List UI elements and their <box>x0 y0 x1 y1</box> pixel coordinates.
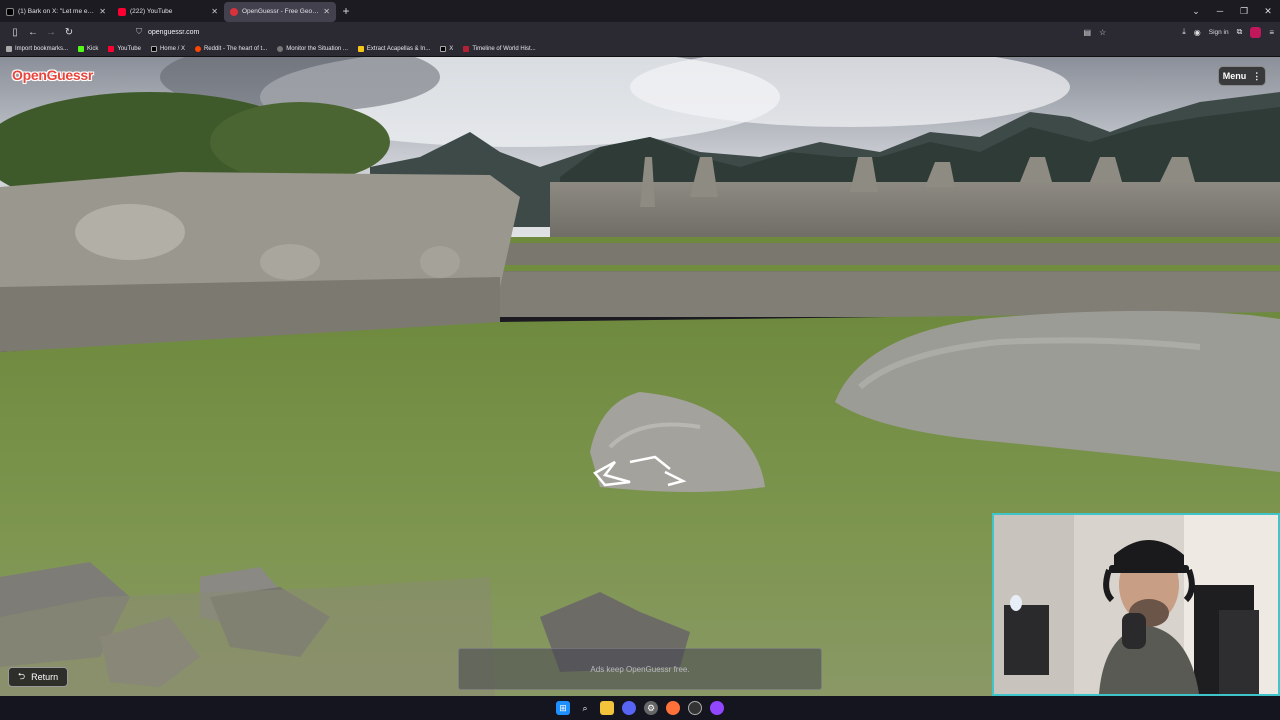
youtube-icon <box>108 46 115 52</box>
acapella-icon <box>357 46 364 52</box>
settings-gear-icon[interactable]: ⚙ <box>644 701 658 715</box>
browser-tab-x[interactable]: (1) Bark on X: "Let me explain w ✕ <box>0 2 112 22</box>
bookmark-label: Home / X <box>159 46 185 52</box>
close-tab-icon[interactable]: ✕ <box>211 7 218 16</box>
ad-placeholder: Ads keep OpenGuessr free. <box>458 648 822 690</box>
bookmark-item[interactable]: Timeline of World Hist... <box>463 46 536 52</box>
x-icon <box>440 46 447 52</box>
return-label: Return <box>31 672 59 682</box>
return-arrow-icon: ⮌ <box>17 671 26 681</box>
reddit-icon <box>194 46 201 52</box>
window-controls: ⌄ ─ ❐ ✕ <box>1184 0 1280 22</box>
close-window-icon[interactable]: ✕ <box>1256 6 1280 17</box>
downloads-icon[interactable]: ⤓ <box>1182 27 1186 37</box>
openguessr-favicon-icon <box>230 7 238 16</box>
bookmark-item[interactable]: Home / X <box>150 46 185 52</box>
return-button[interactable]: ⮌ Return <box>8 667 68 687</box>
x-favicon-icon <box>6 7 14 16</box>
browser-tab-youtube[interactable]: (222) YouTube ✕ <box>112 2 224 22</box>
windows-start-icon[interactable]: ⊞ <box>556 701 570 715</box>
globe-icon <box>277 46 284 52</box>
tab-title: OpenGuessr - Free GeoGue <box>242 8 320 15</box>
minimize-icon[interactable]: ─ <box>1208 6 1232 16</box>
reader-view-icon[interactable]: ▤ <box>1083 28 1091 37</box>
bookmark-star-icon[interactable]: ☆ <box>1099 28 1106 37</box>
bookmark-label: Monitor the Situation ... <box>286 46 348 52</box>
streamer-webcam-image <box>994 515 1278 694</box>
sign-in-link[interactable]: Sign in <box>1209 29 1229 36</box>
url-bar[interactable]: ⛉ openguessr.com <box>130 24 1100 40</box>
openguessr-logo[interactable]: OpenGuessr <box>12 67 93 83</box>
discord-icon[interactable] <box>622 701 636 715</box>
tab-title: (222) YouTube <box>130 8 173 15</box>
kick-icon <box>78 46 85 52</box>
extension-badge-icon[interactable] <box>1250 26 1262 38</box>
streaming-app-icon[interactable] <box>710 701 724 715</box>
list-tabs-icon[interactable]: ⌄ <box>1184 6 1208 17</box>
bookmark-label: Import bookmarks... <box>15 46 69 52</box>
bookmark-item[interactable]: X <box>440 46 453 52</box>
menu-button[interactable]: Menu ⋮ <box>1218 66 1266 86</box>
youtube-favicon-icon <box>118 7 126 16</box>
menu-label: Menu <box>1222 71 1247 81</box>
back-icon[interactable]: ← <box>24 27 42 38</box>
bookmark-item[interactable]: Kick <box>78 46 98 52</box>
browser-nav-bar: ▯ ← → ↻ ⛉ openguessr.com ▤ ☆ ⤓ ◉ Sign in… <box>0 22 1280 42</box>
import-icon <box>6 46 12 52</box>
close-tab-icon[interactable]: ✕ <box>99 7 106 16</box>
shield-icon: ⛉ <box>136 27 142 36</box>
tab-title: (1) Bark on X: "Let me explain w <box>18 8 95 15</box>
bookmark-label: Timeline of World Hist... <box>472 46 536 52</box>
extensions-icon[interactable]: ⧉ <box>1237 27 1243 37</box>
ad-text: Ads keep OpenGuessr free. <box>590 664 690 674</box>
account-icon[interactable]: ◉ <box>1194 28 1201 37</box>
file-explorer-icon[interactable] <box>600 701 614 715</box>
toolbar-right: ▤ ☆ ⤓ ◉ Sign in ⧉ ≡ <box>1083 24 1274 40</box>
bookmark-label: Extract Acapellas & In... <box>366 46 431 52</box>
bookmark-item[interactable]: Import bookmarks... <box>6 46 68 52</box>
reload-icon[interactable]: ↻ <box>60 27 78 38</box>
maximize-icon[interactable]: ❐ <box>1232 6 1256 17</box>
url-text: openguessr.com <box>148 28 200 36</box>
windows-taskbar: ⊞ ⌕ ⚙ <box>0 696 1280 720</box>
kebab-menu-icon: ⋮ <box>1252 70 1262 81</box>
flag-icon <box>463 46 470 52</box>
close-tab-icon[interactable]: ✕ <box>323 7 330 16</box>
bookmark-label: Reddit - The heart of t... <box>203 46 268 52</box>
browser-tab-bar: (1) Bark on X: "Let me explain w ✕ (222)… <box>0 0 1280 22</box>
bookmarks-bar: Import bookmarks... Kick YouTube Home / … <box>0 42 1280 57</box>
sidebar-toggle-icon[interactable]: ▯ <box>6 27 24 38</box>
bookmark-label: YouTube <box>117 46 141 52</box>
new-tab-button[interactable]: + <box>336 4 356 18</box>
bookmark-item[interactable]: Monitor the Situation ... <box>277 46 348 52</box>
browser-tab-openguessr[interactable]: OpenGuessr - Free GeoGue ✕ <box>224 1 336 22</box>
x-icon <box>150 46 157 52</box>
bookmark-label: X <box>449 46 454 52</box>
bookmark-label: Kick <box>87 46 99 52</box>
forward-icon[interactable]: → <box>42 27 60 38</box>
webcam-overlay <box>992 513 1280 696</box>
app-menu-icon[interactable]: ≡ <box>1269 28 1274 37</box>
obs-icon[interactable] <box>688 701 702 715</box>
screen: (1) Bark on X: "Let me explain w ✕ (222)… <box>0 0 1280 720</box>
bookmark-item[interactable]: YouTube <box>108 46 141 52</box>
search-icon[interactable]: ⌕ <box>578 701 592 715</box>
bookmark-item[interactable]: Extract Acapellas & In... <box>357 46 431 52</box>
firefox-icon[interactable] <box>666 701 680 715</box>
bookmark-item[interactable]: Reddit - The heart of t... <box>194 46 268 52</box>
